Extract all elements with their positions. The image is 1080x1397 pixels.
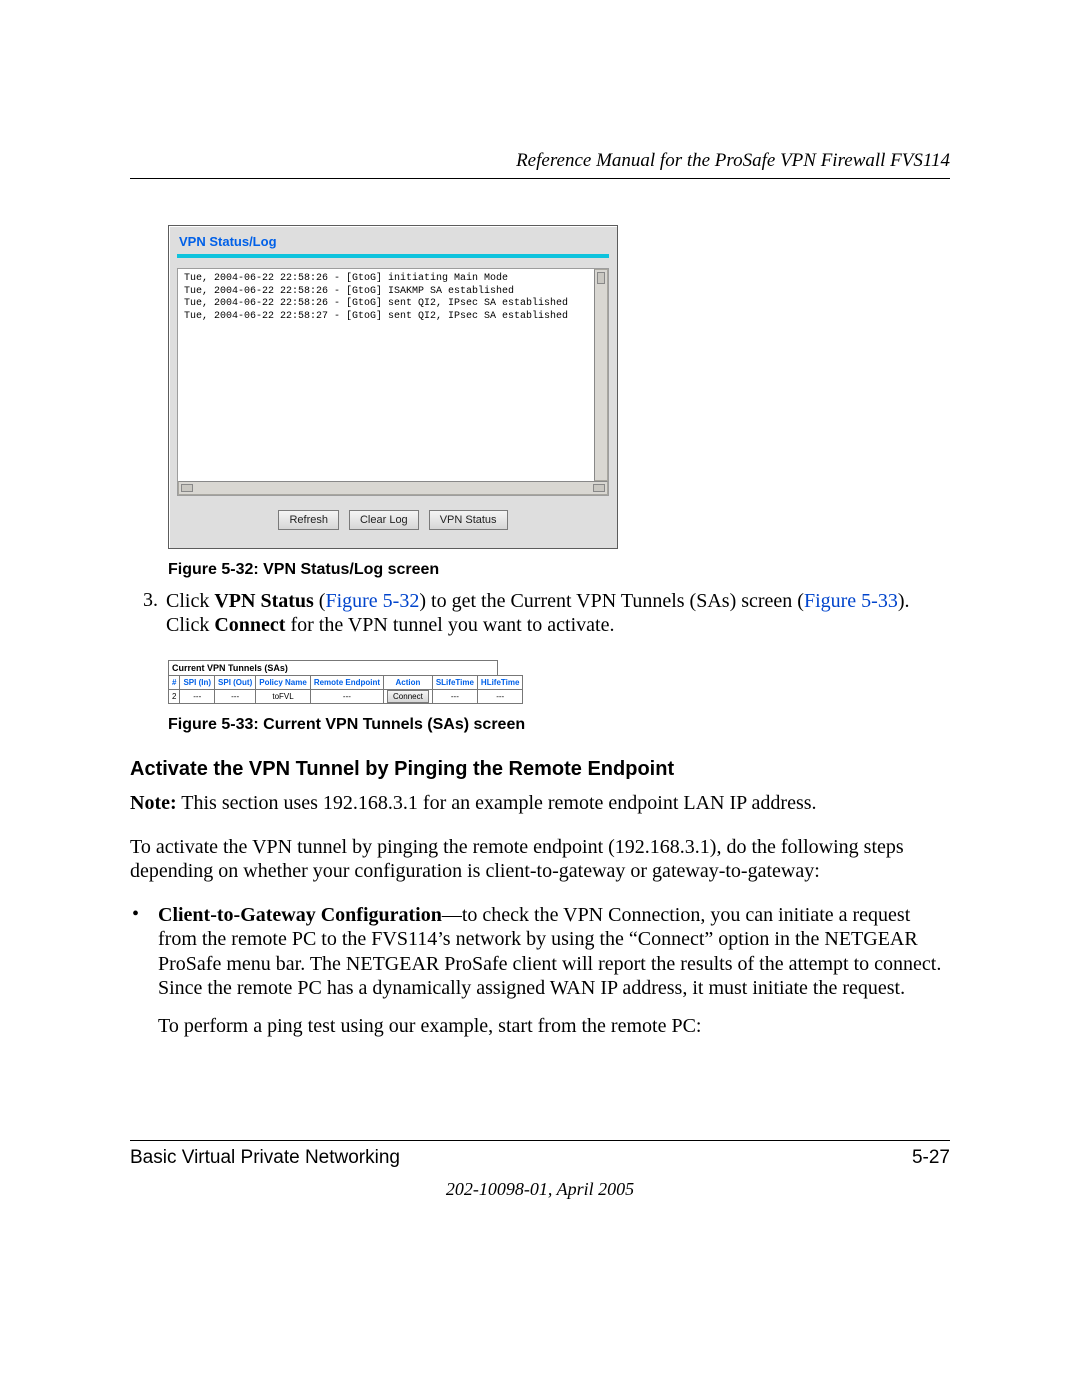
cell-spi-in: --- [180,689,215,703]
log-line: Tue, 2004-06-22 22:58:26 - [GtoG] ISAKMP… [184,286,590,299]
note-text: This section uses 192.168.3.1 for an exa… [177,792,817,814]
clear-log-button[interactable]: Clear Log [349,510,419,530]
col-hlifetime: HLifeTime [477,675,523,689]
connect-bold: Connect [214,614,285,636]
col-spi-in: SPI (In) [180,675,215,689]
bullet-bold: Client-to-Gateway Configuration [158,904,442,926]
vpn-log-textarea[interactable]: Tue, 2004-06-22 22:58:26 - [GtoG] initia… [177,268,609,496]
note-paragraph: Note: This section uses 192.168.3.1 for … [130,791,950,815]
cell-hlife: --- [477,689,523,703]
tunnels-table-title: Current VPN Tunnels (SAs) [168,660,498,675]
cell-remote: --- [310,689,383,703]
col-action: Action [384,675,433,689]
vpn-status-bold: VPN Status [214,590,313,612]
horizontal-scrollbar[interactable] [178,481,608,495]
col-spi-out: SPI (Out) [215,675,256,689]
connect-button[interactable]: Connect [387,690,429,703]
col-remote-endpoint: Remote Endpoint [310,675,383,689]
refresh-button[interactable]: Refresh [278,510,339,530]
vpn-panel-divider [177,254,609,258]
vpn-status-log-panel: VPN Status/Log Tue, 2004-06-22 22:58:26 … [168,225,618,549]
footer-section: Basic Virtual Private Networking [130,1147,400,1169]
bullet-client-gateway: Client-to-Gateway Configuration—to check… [158,903,950,1001]
section-heading: Activate the VPN Tunnel by Pinging the R… [130,758,950,781]
vpn-panel-title: VPN Status/Log [177,232,609,252]
note-label: Note: [130,792,177,814]
cell-action: Connect [384,689,433,703]
figure-5-33-caption: Figure 5-33: Current VPN Tunnels (SAs) s… [168,716,950,734]
header-rule [130,178,950,179]
tunnels-table: # SPI (In) SPI (Out) Policy Name Remote … [168,675,523,704]
cell-spi-out: --- [215,689,256,703]
log-line: Tue, 2004-06-22 22:58:27 - [GtoG] sent Q… [184,311,590,324]
col-policy-name: Policy Name [256,675,311,689]
step-3-number: 3. [130,589,166,638]
cell-num: 2 [169,689,180,703]
cell-slife: --- [432,689,477,703]
cell-policy: toFVL [256,689,311,703]
text-fragment: Click [166,590,214,612]
current-vpn-tunnels-panel: Current VPN Tunnels (SAs) # SPI (In) SPI… [168,660,498,704]
text-fragment: ( [314,590,326,612]
log-line: Tue, 2004-06-22 22:58:26 - [GtoG] sent Q… [184,298,590,311]
ping-subparagraph: To perform a ping test using our example… [158,1014,950,1038]
text-fragment: ) to get the Current VPN Tunnels (SAs) s… [419,590,804,612]
figure-5-32-link[interactable]: Figure 5-32 [325,590,419,612]
activate-paragraph: To activate the VPN tunnel by pinging th… [130,835,950,883]
bullet-mark: • [130,903,158,1001]
text-fragment: for the VPN tunnel you want to activate. [285,614,614,636]
log-line: Tue, 2004-06-22 22:58:26 - [GtoG] initia… [184,273,590,286]
footer-date: 202-10098-01, April 2005 [130,1179,950,1200]
footer-page-number: 5-27 [912,1147,950,1169]
vpn-status-button[interactable]: VPN Status [429,510,508,530]
col-num: # [169,675,180,689]
vertical-scrollbar[interactable] [594,269,608,481]
figure-5-32-caption: Figure 5-32: VPN Status/Log screen [168,561,950,579]
col-slifetime: SLifeTime [432,675,477,689]
figure-5-33-link[interactable]: Figure 5-33 [804,590,898,612]
running-header: Reference Manual for the ProSafe VPN Fir… [130,150,950,178]
step-3-text: Click VPN Status (Figure 5-32) to get th… [166,589,950,638]
table-row: 2 --- --- toFVL --- Connect --- --- [169,689,523,703]
